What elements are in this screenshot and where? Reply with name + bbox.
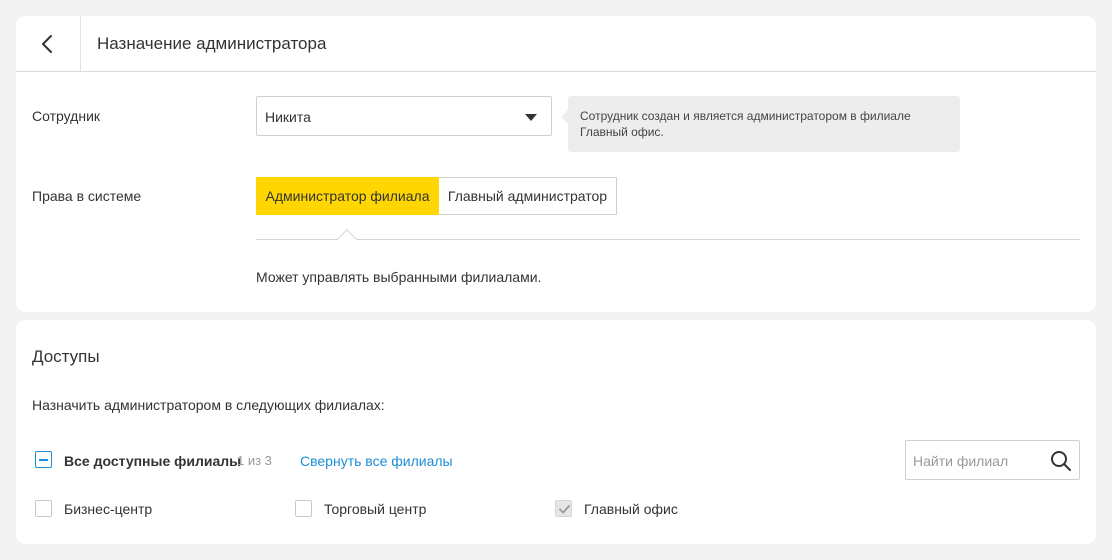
rights-option-branch-admin[interactable]: Администратор филиала xyxy=(256,177,439,215)
branch-label-main-office: Главный офис xyxy=(584,501,678,517)
branch-checkbox-main-office xyxy=(555,500,572,517)
page-header: Назначение администратора xyxy=(16,16,1096,72)
branch-label-business-center: Бизнес-центр xyxy=(64,501,153,517)
branch-checkbox-business-center[interactable] xyxy=(35,500,52,517)
rights-option-main-admin[interactable]: Главный администратор xyxy=(439,177,617,215)
all-branches-checkbox[interactable] xyxy=(35,451,52,468)
all-branches-label: Все доступные филиалы xyxy=(64,453,242,469)
divider-pointer xyxy=(337,229,357,249)
access-card: Доступы Назначить администратором в след… xyxy=(16,320,1096,544)
rights-description: Может управлять выбранными филиалами. xyxy=(256,269,542,285)
branch-checkbox-shopping-center[interactable] xyxy=(295,500,312,517)
section-title: Доступы xyxy=(32,347,100,366)
search-icon[interactable] xyxy=(1050,450,1072,472)
page-title: Назначение администратора xyxy=(97,34,327,53)
chevron-left-icon xyxy=(42,35,52,53)
branch-label-shopping-center: Торговый центр xyxy=(324,501,427,517)
employee-select[interactable]: Никита xyxy=(256,96,552,136)
rights-label: Права в системе xyxy=(32,188,142,204)
employee-info-tooltip: Сотрудник создан и является администрато… xyxy=(561,96,960,152)
divider xyxy=(256,239,1080,240)
assign-admin-card: Назначение администратора Сотрудник Ники… xyxy=(16,16,1096,312)
checkmark-icon xyxy=(559,505,570,514)
collapse-all-link[interactable]: Свернуть все филиалы xyxy=(300,453,453,469)
branch-search-input[interactable] xyxy=(913,451,1043,471)
back-button[interactable] xyxy=(16,16,81,71)
caret-down-icon xyxy=(525,114,537,121)
assign-text: Назначить администратором в следующих фи… xyxy=(32,397,385,413)
selected-count: 1 из 3 xyxy=(237,453,272,468)
branch-search xyxy=(905,440,1080,480)
employee-select-value: Никита xyxy=(265,109,311,125)
employee-label: Сотрудник xyxy=(32,108,101,124)
